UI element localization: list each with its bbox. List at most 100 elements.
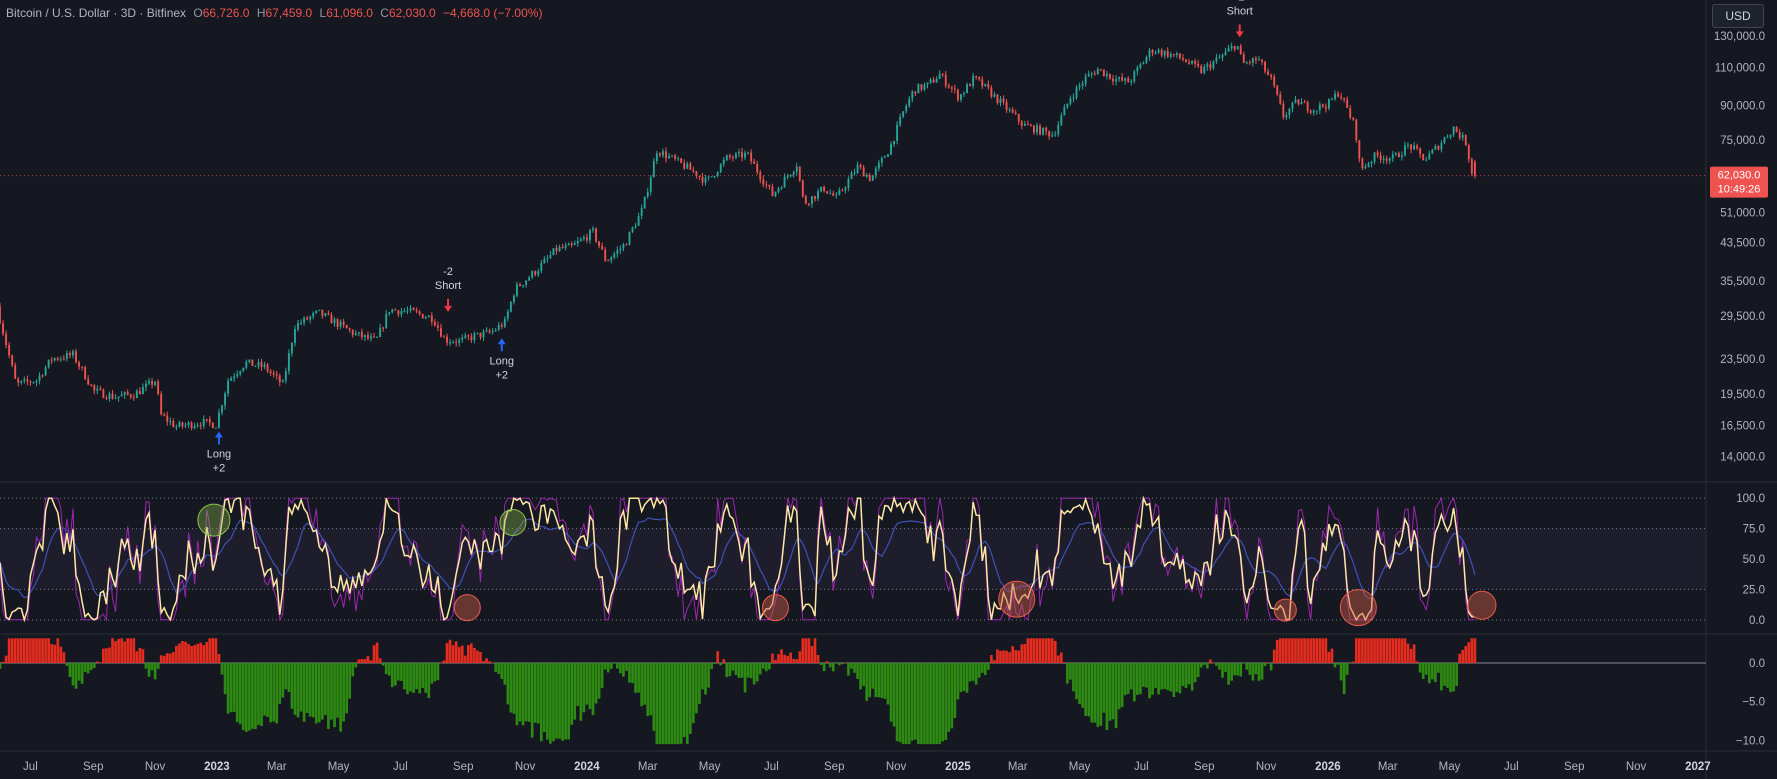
candle-body (941, 73, 944, 75)
time-tick-label: Sep (83, 761, 103, 773)
osc-bar (600, 663, 604, 688)
osc-bar (1099, 663, 1103, 726)
candle-body (1312, 110, 1315, 113)
osc-bar (1163, 663, 1167, 689)
candle-body (360, 332, 363, 338)
osc-bar (1394, 638, 1398, 664)
candle-body (78, 362, 81, 367)
osc-bar (123, 641, 127, 664)
candle-body (1124, 78, 1127, 81)
osc-bar (555, 663, 558, 739)
candle-body (1473, 161, 1476, 176)
candle-body (357, 332, 360, 334)
osc-bar (734, 663, 738, 675)
osc-bar (673, 663, 677, 745)
time-tick-label: Nov (1626, 761, 1647, 773)
candle-body (17, 378, 20, 383)
price-tick-label: 51,000.0 (1720, 208, 1765, 220)
osc-bar (679, 663, 683, 744)
time-tick-label: Nov (515, 761, 536, 773)
chart[interactable]: 130,000.0 110,000.0 90,000.0 75,000.0 51,000… (0, 0, 1777, 779)
osc-bar (421, 663, 425, 688)
osc-bar (272, 663, 276, 722)
chart-background (0, 0, 1777, 779)
candle-body (795, 166, 798, 172)
candle-body (461, 337, 464, 340)
osc-bar (1139, 663, 1142, 695)
candle-body (452, 342, 455, 344)
osc-bar (68, 663, 72, 677)
osc-bar (1458, 653, 1462, 664)
osc-bar (436, 663, 440, 681)
candle-body (616, 249, 619, 254)
candle-body (631, 227, 634, 232)
osc-bar (296, 663, 300, 718)
candle-body (686, 163, 689, 169)
osc-bar (1427, 663, 1431, 684)
osc-bar (71, 663, 75, 686)
currency-button[interactable]: USD (1712, 4, 1764, 28)
osc-bar (86, 663, 90, 674)
osc-bar (211, 638, 215, 664)
osc-bar (1409, 648, 1413, 664)
osc-bar (533, 663, 537, 723)
price-tick-label: 43,500.0 (1720, 238, 1765, 250)
open-label: O (193, 6, 203, 20)
candle-body (1245, 62, 1248, 64)
osc-bar (1348, 663, 1352, 664)
osc-bar (1, 661, 5, 664)
osc-bar (1315, 638, 1319, 664)
osc-tick-label: −5.0 (1742, 697, 1765, 709)
candle-body (652, 160, 655, 178)
osc-bar (622, 663, 625, 677)
candle-body (491, 330, 494, 333)
candle-body (567, 243, 570, 246)
osc-bar (281, 663, 285, 698)
candle-body (1182, 58, 1184, 60)
osc-bar (387, 663, 391, 676)
candle-body (528, 277, 531, 281)
candle-body (1169, 53, 1172, 57)
osc-bar (171, 652, 175, 664)
candle-body (306, 317, 309, 320)
candle-body (75, 351, 77, 363)
osc-bar (1354, 638, 1358, 664)
osc-bar (719, 663, 723, 666)
candle-body (1400, 155, 1403, 158)
osc-bar (850, 663, 853, 669)
candle-body (248, 359, 251, 362)
candle-body (722, 160, 725, 165)
candle-body (589, 230, 591, 241)
osc-bar (1145, 663, 1148, 688)
candle-body (443, 336, 445, 338)
osc-bar (1038, 638, 1042, 664)
candle-body (151, 380, 153, 385)
osc-bar (1321, 638, 1325, 664)
candle-body (464, 335, 467, 338)
candle-body (731, 157, 734, 159)
candle-body (1340, 96, 1343, 98)
candle-body (1194, 61, 1197, 64)
signal-label: -2 (1235, 0, 1245, 3)
osc-bar (1044, 638, 1048, 664)
candle-body (1379, 155, 1382, 160)
osc-bar (692, 663, 695, 724)
osc-bar (1190, 663, 1194, 691)
candle-body (780, 187, 783, 189)
osc-bar (1263, 663, 1267, 666)
osc-bar (1151, 663, 1154, 695)
osc-bar (4, 655, 8, 664)
candle-body (844, 187, 847, 191)
osc-bar (789, 652, 793, 664)
candle-body (792, 171, 795, 175)
osc-bar (901, 663, 905, 745)
candle-body (278, 375, 281, 383)
candle-body (351, 330, 354, 335)
osc-bar (1470, 638, 1474, 664)
candle-body (537, 271, 540, 275)
osc-bar (460, 645, 464, 664)
osc-bar (363, 659, 367, 664)
candle-body (394, 309, 397, 311)
osc-bar (1102, 663, 1106, 713)
candle-body (1437, 145, 1440, 150)
